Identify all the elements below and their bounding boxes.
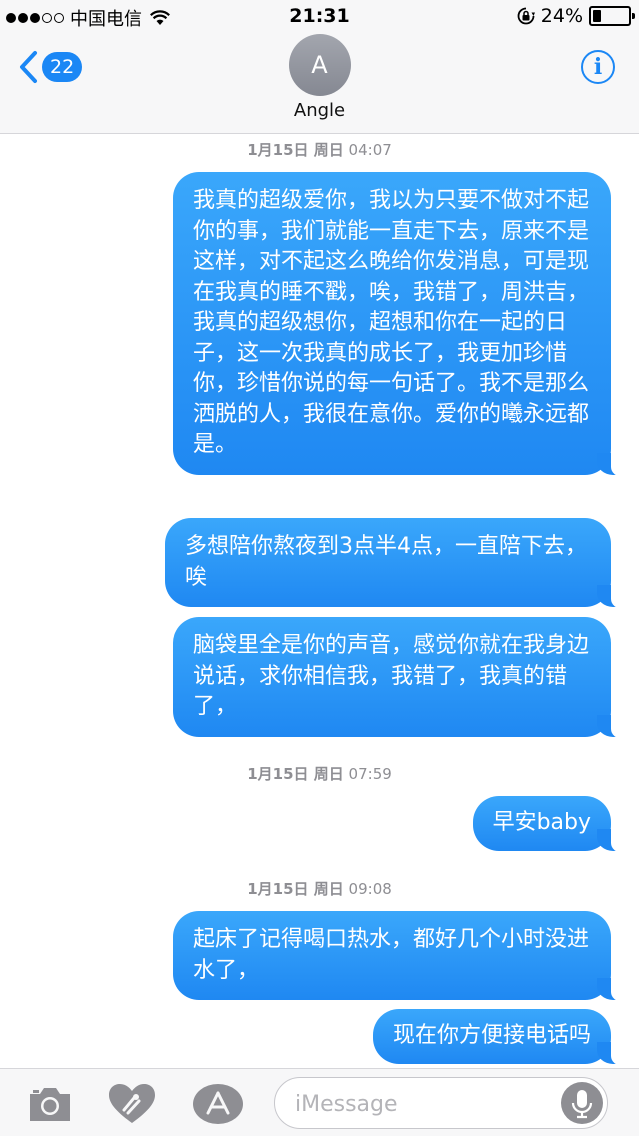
unread-count-badge: 22 xyxy=(42,52,83,82)
battery-level xyxy=(593,10,601,22)
timestamp-time: 07:59 xyxy=(348,765,392,783)
microphone-button[interactable] xyxy=(561,1082,603,1124)
status-bar: 中国电信 21:31 24% xyxy=(0,0,639,34)
timestamp-day: 1月15日 周日 xyxy=(247,141,344,159)
message-bubble[interactable]: 早安baby xyxy=(472,796,638,852)
microphone-icon xyxy=(571,1090,593,1119)
battery-tip xyxy=(632,13,635,19)
app-store-icon[interactable] xyxy=(192,1083,244,1125)
rotation-lock-icon xyxy=(517,7,535,25)
timestamp-time: 09:08 xyxy=(348,880,392,898)
back-button[interactable]: 22 xyxy=(18,50,83,84)
status-right: 24% xyxy=(517,5,635,27)
contact-header[interactable]: A Angle xyxy=(0,34,639,121)
message-bubble[interactable]: 起床了记得喝口热水，都好几个小时没进水了， xyxy=(173,911,637,1002)
message-input[interactable] xyxy=(295,1088,555,1120)
timestamp-time: 04:07 xyxy=(348,141,392,159)
message-bubble[interactable]: 我真的超级爱你，我以为只要不做对不起你的事，我们就能一直走下去，原来不是这样，对… xyxy=(173,172,637,476)
battery-icon xyxy=(589,6,635,26)
timestamp-day: 1月15日 周日 xyxy=(247,765,344,783)
timestamp: 1月15日 周日 07:59 xyxy=(0,763,639,784)
contact-name[interactable]: Angle xyxy=(0,100,639,121)
compose-bar xyxy=(0,1068,639,1136)
battery-percent: 24% xyxy=(540,5,583,27)
info-button[interactable]: i xyxy=(581,50,615,84)
timestamp-day: 1月15日 周日 xyxy=(247,880,344,898)
timestamp: 1月15日 周日 04:07 xyxy=(0,139,639,160)
timestamp: 1月15日 周日 09:08 xyxy=(0,878,639,899)
contact-avatar[interactable]: A xyxy=(288,34,351,96)
chevron-left-icon xyxy=(20,51,37,83)
messages-screen: 中国电信 21:31 24% A Angle 22 i 1月15日 周日 04:… xyxy=(0,0,639,1136)
conversation-header: A Angle 22 i xyxy=(0,34,639,134)
message-bubble[interactable]: 现在你方便接电话吗 xyxy=(372,1009,638,1065)
camera-icon[interactable] xyxy=(26,1083,74,1125)
message-bubble[interactable]: 脑袋里全是你的声音，感觉你就在我身边说话，求你相信我，我错了，我真的错了， xyxy=(173,617,637,738)
message-bubble[interactable]: 多想陪你熬夜到3点半4点，一直陪下去，唉 xyxy=(165,518,637,609)
message-input-field[interactable] xyxy=(274,1077,608,1129)
digital-touch-heart-icon[interactable] xyxy=(108,1083,156,1125)
